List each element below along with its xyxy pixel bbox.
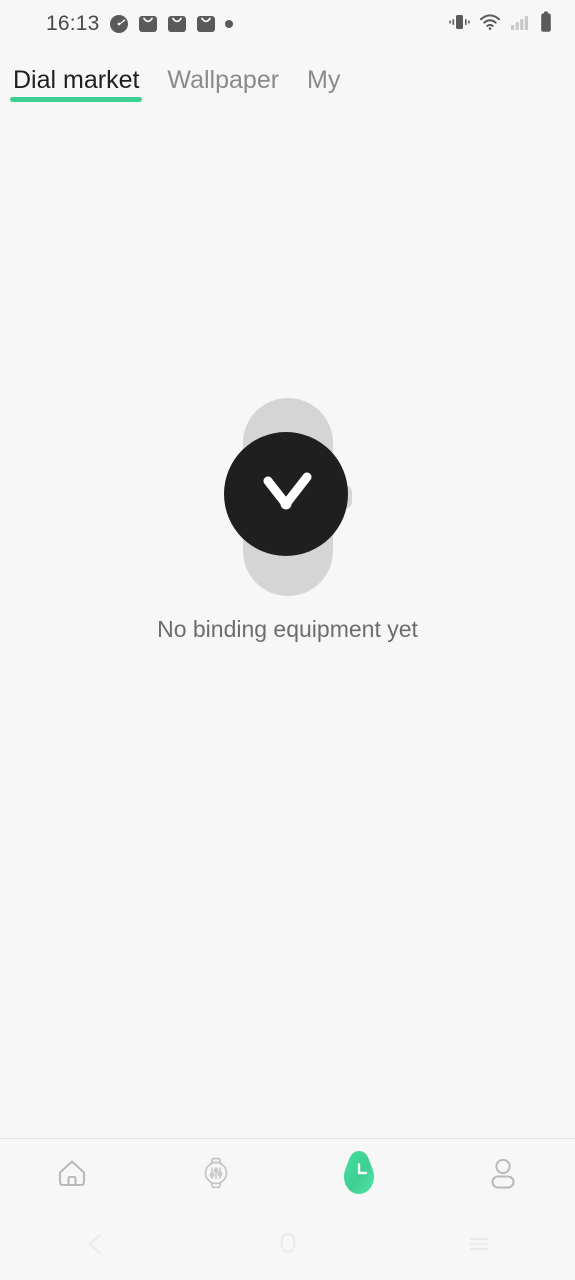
smartwatch-illustration-icon <box>223 398 352 596</box>
system-back-button[interactable] <box>0 1229 192 1264</box>
mail-icon-2 <box>167 14 187 34</box>
recents-menu-icon <box>464 1229 494 1264</box>
phone-screen: 16:13 Dial market Wallpaper My No bindin… <box>0 0 575 1280</box>
nav-item-profile[interactable] <box>431 1139 575 1212</box>
wifi-icon <box>479 12 501 37</box>
tab-wallpaper[interactable]: Wallpaper <box>164 68 282 102</box>
dot-indicator-icon <box>224 20 233 28</box>
tab-bar: Dial market Wallpaper My <box>0 48 575 102</box>
tab-my[interactable]: My <box>304 68 343 102</box>
nav-item-device[interactable] <box>144 1139 288 1212</box>
status-bar-left: 16:13 <box>46 12 233 36</box>
mail-icon-1 <box>138 14 158 34</box>
system-home-button[interactable] <box>192 1229 384 1264</box>
mail-icon-3 <box>196 14 216 34</box>
empty-state-message: No binding equipment yet <box>157 616 418 642</box>
status-time: 16:13 <box>46 12 100 35</box>
status-bar: 16:13 <box>0 0 575 48</box>
watch-settings-icon <box>195 1152 237 1199</box>
tab-dial-market-label: Dial market <box>13 66 140 94</box>
vibrate-icon <box>448 12 470 37</box>
gauge-icon <box>109 14 129 34</box>
clock-blob-icon <box>338 1149 380 1202</box>
home-circle-icon <box>273 1229 303 1264</box>
empty-state-container: No binding equipment yet <box>0 102 575 1138</box>
watch-hands-icon <box>263 472 311 510</box>
nav-item-home[interactable] <box>0 1139 144 1212</box>
home-icon <box>51 1152 93 1199</box>
person-icon <box>482 1152 524 1199</box>
system-navigation-bar <box>0 1212 575 1280</box>
tab-dial-market[interactable]: Dial market <box>10 66 143 102</box>
battery-icon <box>539 11 553 38</box>
status-bar-right <box>448 11 553 38</box>
back-chevron-icon <box>81 1229 111 1264</box>
nav-item-dial[interactable] <box>288 1139 432 1212</box>
tab-wallpaper-label: Wallpaper <box>167 66 280 94</box>
system-recents-button[interactable] <box>383 1229 575 1264</box>
cellular-signal-icon <box>510 12 530 37</box>
tab-my-label: My <box>307 66 341 94</box>
bottom-navigation-bar <box>0 1138 575 1212</box>
